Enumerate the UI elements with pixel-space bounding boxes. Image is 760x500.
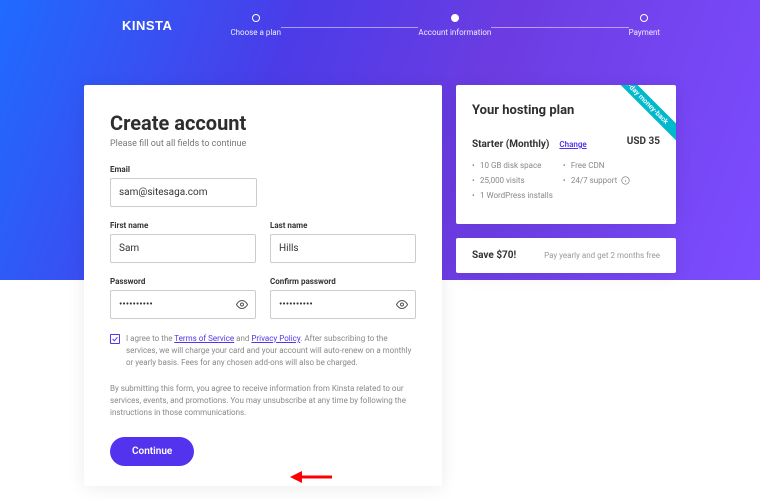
eye-icon[interactable] <box>396 295 408 314</box>
lastname-label: Last name <box>270 221 416 230</box>
confirm-password-field[interactable] <box>270 290 416 319</box>
promo-card[interactable]: Save $70! Pay yearly and get 2 months fr… <box>456 238 676 273</box>
plan-heading: Your hosting plan <box>472 103 660 118</box>
lastname-field[interactable] <box>270 234 416 263</box>
continue-button[interactable]: Continue <box>110 437 194 466</box>
tos-link[interactable]: Terms of Service <box>174 334 234 343</box>
email-field[interactable] <box>110 178 257 207</box>
create-account-card: Create account Please fill out all field… <box>84 85 442 486</box>
progress-steps: Choose a plan Account information Paymen… <box>230 14 760 37</box>
feature-item: Free CDN <box>563 161 630 170</box>
password-label: Password <box>110 277 256 286</box>
promo-sub: Pay yearly and get 2 months free <box>544 251 660 260</box>
plan-price: USD 35 <box>627 136 660 147</box>
hosting-plan-card: 30-day money-back Your hosting plan Star… <box>456 85 676 224</box>
feature-item: 1 WordPress installs <box>472 191 553 200</box>
submission-disclaimer: By submitting this form, you agree to re… <box>110 383 416 419</box>
feature-item: 10 GB disk space <box>472 161 553 170</box>
feature-item: 24/7 support <box>563 176 630 185</box>
brand-logo: KINSTA <box>122 18 172 33</box>
page-subtitle: Please fill out all fields to continue <box>110 139 416 149</box>
firstname-field[interactable] <box>110 234 256 263</box>
email-label: Email <box>110 165 416 174</box>
agree-checkbox[interactable] <box>110 334 120 344</box>
privacy-link[interactable]: Privacy Policy <box>251 334 300 343</box>
firstname-label: First name <box>110 221 256 230</box>
annotation-arrow-icon <box>290 468 332 486</box>
confirm-password-label: Confirm password <box>270 277 416 286</box>
password-field[interactable] <box>110 290 256 319</box>
feature-item: 25,000 visits <box>472 176 553 185</box>
eye-icon[interactable] <box>236 295 248 314</box>
step-choose-plan: Choose a plan <box>230 14 281 37</box>
info-icon[interactable] <box>621 176 630 185</box>
step-account-info: Account information <box>418 14 491 37</box>
page-title: Create account <box>110 111 416 135</box>
legal-text: I agree to the Terms of Service and Priv… <box>126 333 416 369</box>
promo-title: Save $70! <box>472 250 516 261</box>
plan-name: Starter (Monthly) <box>472 139 549 150</box>
step-payment: Payment <box>629 14 660 37</box>
change-plan-link[interactable]: Change <box>559 140 586 149</box>
